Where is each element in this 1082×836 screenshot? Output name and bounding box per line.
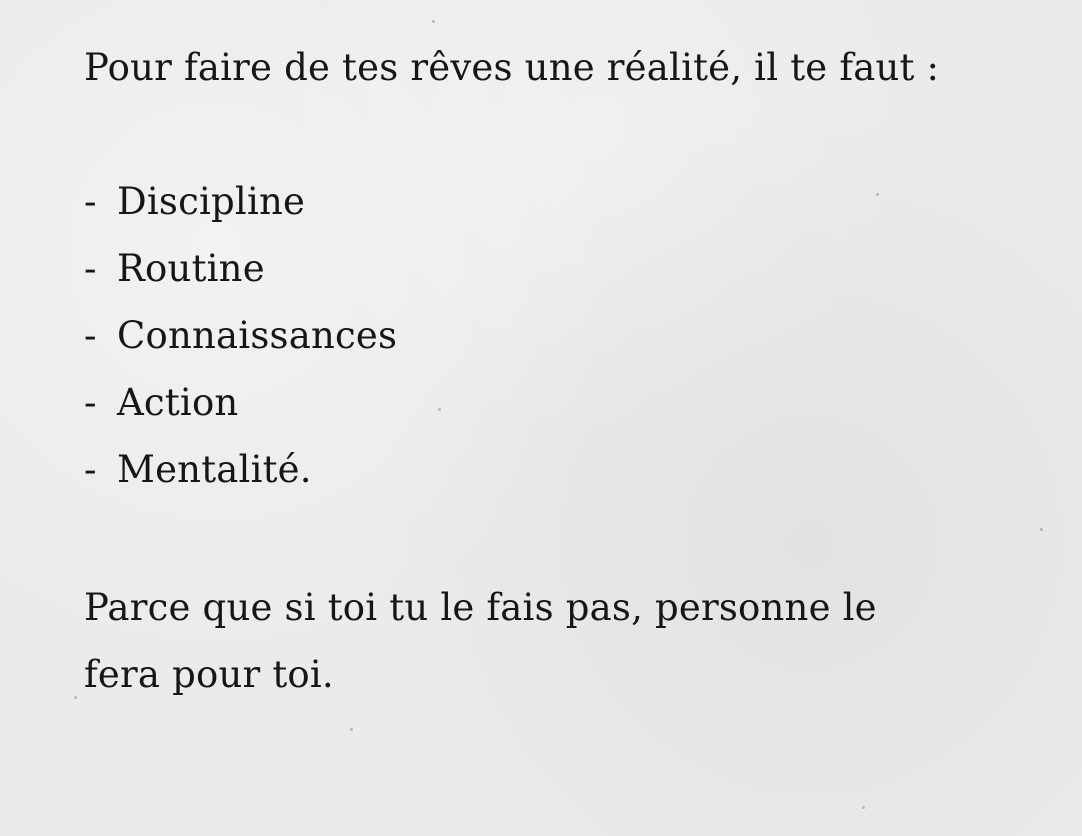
list-item: - Connaissances bbox=[84, 314, 397, 381]
list-item-label: Discipline bbox=[117, 180, 306, 223]
list-item-label: Action bbox=[117, 381, 239, 424]
closing-line: fera pour toi. bbox=[84, 653, 334, 696]
list-item: - Discipline bbox=[84, 180, 397, 247]
paper-speck bbox=[1040, 528, 1043, 531]
list-item: - Routine bbox=[84, 247, 397, 314]
closing-line: Parce que si toi tu le fais pas, personn… bbox=[84, 586, 877, 629]
list-item-label: Routine bbox=[117, 247, 265, 290]
bullet-dash: - bbox=[84, 381, 97, 424]
page: { "document": { "intro": "Pour faire de … bbox=[0, 0, 1082, 836]
list-item-label: Mentalité. bbox=[117, 448, 312, 491]
intro-line: Pour faire de tes rêves une réalité, il … bbox=[84, 46, 940, 89]
bullet-dash: - bbox=[84, 314, 97, 357]
paper-speck bbox=[876, 193, 879, 196]
requirements-list: - Discipline - Routine - Connaissances -… bbox=[84, 180, 397, 515]
closing-paragraph: Parce que si toi tu le fais pas, personn… bbox=[84, 586, 877, 720]
bullet-dash: - bbox=[84, 180, 97, 223]
paper-speck bbox=[438, 408, 441, 411]
text-block: Pour faire de tes rêves une réalité, il … bbox=[84, 46, 1044, 696]
list-item-label: Connaissances bbox=[117, 314, 398, 357]
paper-speck bbox=[862, 806, 865, 809]
list-item: - Action bbox=[84, 381, 397, 448]
list-item: - Mentalité. bbox=[84, 448, 397, 515]
bullet-dash: - bbox=[84, 448, 97, 491]
paper-speck bbox=[350, 728, 353, 731]
bullet-dash: - bbox=[84, 247, 97, 290]
paper-speck bbox=[432, 20, 435, 23]
paper-speck bbox=[74, 696, 77, 699]
